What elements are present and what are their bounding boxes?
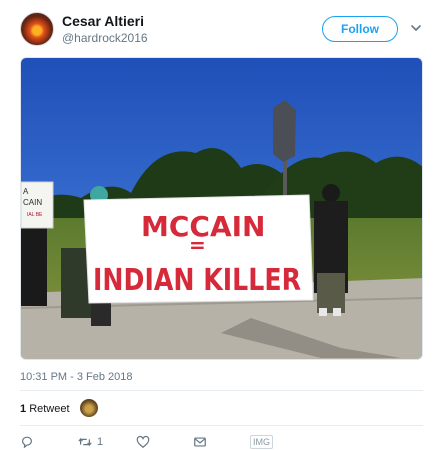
banner-line3: INDIAN KILLER <box>93 263 301 298</box>
display-name[interactable]: Cesar Altieri <box>62 13 144 29</box>
like-button[interactable] <box>136 434 150 450</box>
image-badge-button[interactable]: IMG <box>250 434 273 450</box>
like-icon <box>136 435 150 448</box>
banner-line2: = <box>189 233 206 257</box>
retweet-icon <box>78 437 92 447</box>
retweeter-avatar[interactable] <box>80 399 98 417</box>
direct-message-icon <box>194 437 206 447</box>
tweet-timestamp[interactable]: 10:31 PM - 3 Feb 2018 <box>20 371 133 383</box>
small-sign-line1: A <box>23 187 29 196</box>
divider <box>20 425 423 426</box>
retweet-count: 1 <box>20 403 27 415</box>
tweet-card: Cesar Altieri @hardrock2016 Follow A CAI… <box>0 0 440 450</box>
retweet-stats[interactable]: 1 Retweet <box>20 403 70 415</box>
photo-illustration: A CAIN IAL BE MCCAIN = INDIAN KILLER <box>21 58 422 359</box>
chevron-down-icon[interactable] <box>410 22 422 34</box>
retweet-button[interactable]: 1 <box>78 434 103 450</box>
follow-button[interactable]: Follow <box>322 16 398 42</box>
small-sign-line2: CAIN <box>23 198 42 207</box>
reply-icon <box>22 436 32 448</box>
tweet-photo[interactable]: A CAIN IAL BE MCCAIN = INDIAN KILLER <box>20 57 423 360</box>
user-handle[interactable]: @hardrock2016 <box>62 31 148 45</box>
img-badge: IMG <box>250 435 273 449</box>
direct-message-button[interactable] <box>193 434 207 450</box>
reply-button[interactable] <box>20 434 34 450</box>
divider <box>20 390 423 391</box>
retweet-label: Retweet <box>29 403 70 415</box>
small-sign-line3: IAL BE <box>27 212 43 218</box>
user-avatar[interactable] <box>20 12 54 46</box>
retweet-action-count: 1 <box>97 436 104 448</box>
